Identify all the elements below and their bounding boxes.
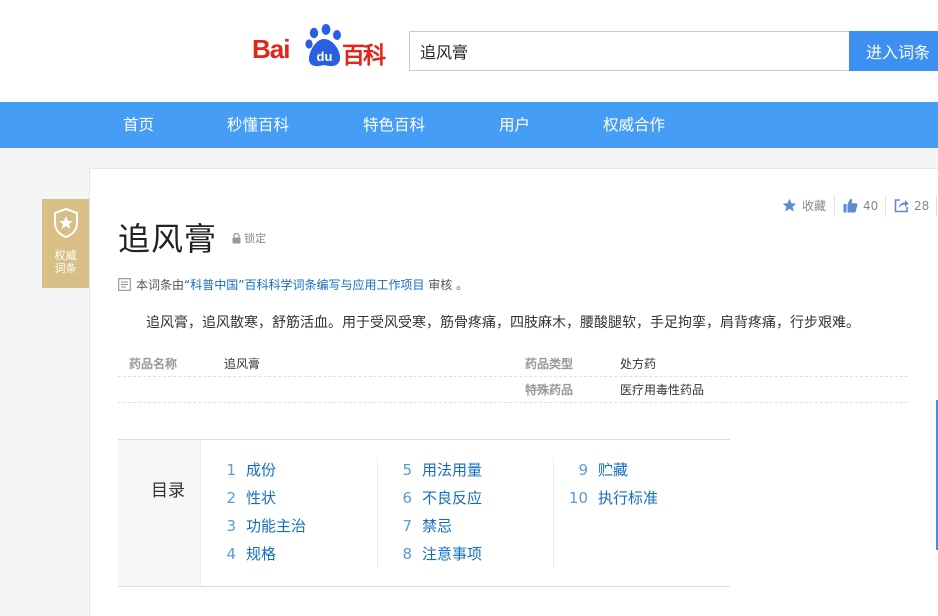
- badge-text: 权威 词条: [54, 249, 77, 275]
- toc-divider: [377, 458, 378, 568]
- review-notice: 本词条由“科普中国”百科科学词条编写与应用工作项目 审核 。: [118, 276, 468, 293]
- toc-item[interactable]: 4 规格: [212, 543, 276, 564]
- info-value: 处方药: [620, 357, 657, 371]
- toc-item[interactable]: 8 注意事项: [388, 543, 482, 564]
- share-icon: [894, 199, 909, 213]
- toc-title: 目录: [151, 481, 185, 501]
- favorite-button[interactable]: 收藏: [782, 196, 826, 216]
- toc-item[interactable]: 10 执行标准: [564, 487, 658, 508]
- paw-icon: du: [305, 24, 341, 67]
- baidu-baike-logo[interactable]: Bai du 百科: [252, 24, 392, 70]
- table-of-contents: 目录 1 成份 2 性状 3 功能主治 4 规格 5 用法用量 6 不良反应 7 禁忌 8 注意…: [118, 439, 730, 587]
- toc-item[interactable]: 2 性状: [212, 487, 276, 508]
- info-row: 药品名称 追风膏 药品类型 处方药: [118, 351, 908, 377]
- toc-item[interactable]: 9 贮藏: [564, 459, 628, 480]
- search-input[interactable]: [409, 31, 850, 71]
- nav-item-authority[interactable]: 权威合作: [603, 102, 665, 148]
- info-key: 特殊药品: [525, 383, 574, 397]
- action-divider: [834, 196, 835, 216]
- site-header: Bai du 百科 进入词条: [0, 0, 938, 102]
- entry-summary: 追风膏，追风散寒，舒筋活血。用于受风受寒，筋骨疼痛，四肢麻木，腰酸腿软，手足拘挛…: [146, 315, 860, 331]
- basic-info-table: 药品名称 追风膏 药品类型 处方药 特殊药品 医疗用毒性药品: [118, 351, 908, 403]
- logo-baike-text: 百科: [342, 43, 386, 69]
- nav-item-special[interactable]: 特色百科: [363, 102, 425, 148]
- nav-item-users[interactable]: 用户: [499, 102, 530, 148]
- toc-item[interactable]: 6 不良反应: [388, 487, 482, 508]
- nav-item-home[interactable]: 首页: [123, 102, 154, 148]
- thumbs-up-icon: [843, 198, 858, 213]
- review-project-link[interactable]: “科普中国”百科科学词条编写与应用工作项目: [184, 278, 424, 292]
- document-icon: [118, 278, 131, 291]
- info-key: 药品类型: [525, 357, 574, 371]
- nav-item-miaodong[interactable]: 秒懂百科: [227, 102, 289, 148]
- enter-entry-button[interactable]: 进入词条: [849, 31, 938, 71]
- authority-badge[interactable]: 权威 词条: [42, 199, 89, 288]
- like-button[interactable]: 40: [843, 196, 878, 216]
- info-key: 药品名称: [129, 357, 178, 371]
- action-divider: [936, 196, 937, 216]
- toc-item[interactable]: 7 禁忌: [388, 515, 452, 536]
- shield-star-icon: [54, 208, 78, 238]
- logo-du-text: du: [317, 49, 333, 64]
- toc-item[interactable]: 1 成份: [212, 459, 276, 480]
- action-divider: [885, 196, 886, 216]
- main-nav: 首页 秒懂百科 特色百科 用户 权威合作: [0, 102, 938, 148]
- lock-status: 锁定: [232, 230, 266, 246]
- lock-icon: [232, 232, 241, 244]
- toc-item[interactable]: 5 用法用量: [388, 459, 482, 480]
- info-value: 追风膏: [224, 357, 261, 371]
- toc-label-box: 目录: [118, 440, 201, 586]
- toc-item[interactable]: 3 功能主治: [212, 515, 306, 536]
- star-icon: [782, 198, 797, 212]
- toc-divider: [553, 458, 554, 568]
- info-row: 特殊药品 医疗用毒性药品: [118, 377, 908, 403]
- share-button[interactable]: 28: [894, 196, 929, 216]
- info-value: 医疗用毒性药品: [620, 383, 705, 397]
- entry-title: 追风膏: [118, 220, 218, 258]
- logo-bai-text: Bai: [252, 34, 290, 64]
